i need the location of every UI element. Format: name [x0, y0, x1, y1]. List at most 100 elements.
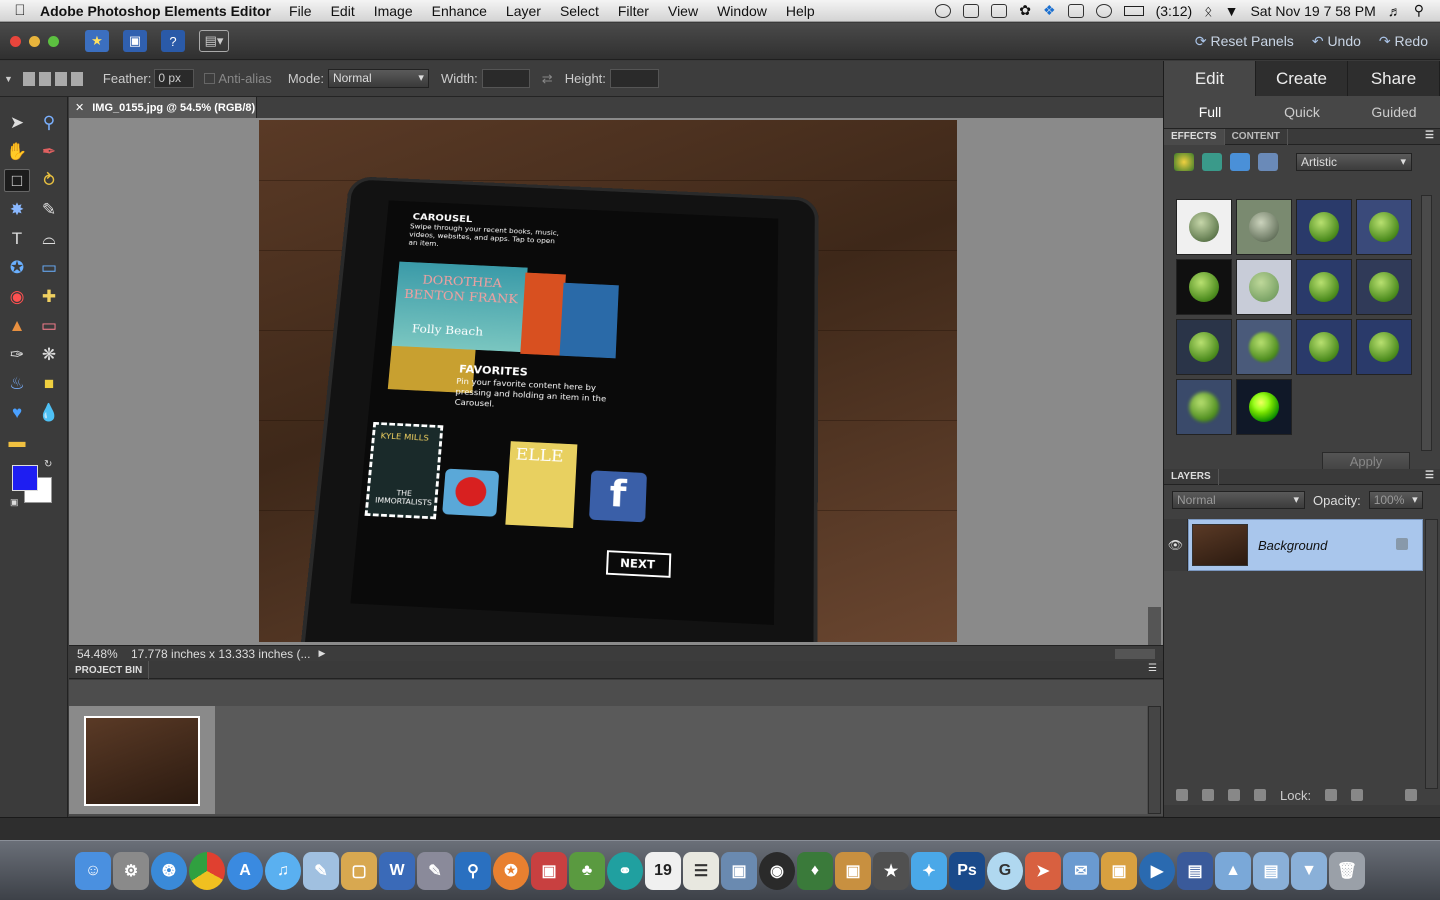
minimize-window-icon[interactable]: [29, 35, 40, 47]
layer-item[interactable]: Background: [1188, 519, 1423, 571]
crop-tool-icon[interactable]: ⌓: [36, 227, 62, 250]
olive-tree-icon[interactable]: ♣: [569, 851, 605, 890]
twitter-icon[interactable]: ✦: [911, 851, 947, 890]
itunes-icon[interactable]: ♫: [265, 851, 301, 890]
close-document-icon[interactable]: ✕: [75, 101, 84, 114]
eraser-tool-icon[interactable]: ▭: [36, 314, 62, 337]
default-colors-icon[interactable]: ▣: [10, 497, 19, 508]
feather-input[interactable]: 0 px: [154, 69, 195, 88]
project-bin-thumbnail[interactable]: [84, 716, 200, 806]
type-tool-icon[interactable]: T: [4, 227, 30, 250]
chrome-icon[interactable]: [189, 851, 225, 890]
link-layers-icon[interactable]: [1254, 789, 1266, 801]
menu-file[interactable]: File: [289, 3, 312, 19]
dictionary-search-icon[interactable]: ⚲: [455, 851, 491, 890]
workspace-layout-icon[interactable]: ▤▾: [199, 30, 229, 52]
zoom-level[interactable]: 54.48%: [69, 647, 125, 661]
project-bin-scrollbar[interactable]: [1148, 706, 1161, 814]
effect-thumbnail[interactable]: [1176, 199, 1232, 255]
textedit-icon[interactable]: ☰: [683, 851, 719, 890]
filters-icon[interactable]: [1174, 153, 1194, 171]
menu-enhance[interactable]: Enhance: [432, 3, 487, 19]
zoom-window-icon[interactable]: [48, 35, 59, 47]
tool-preset-arrow-icon[interactable]: ▼: [4, 74, 13, 84]
tab-create[interactable]: Create: [1256, 61, 1348, 96]
reset-panels-button[interactable]: ⟳ Reset Panels: [1195, 33, 1294, 50]
selection-mode-icons[interactable]: [22, 71, 87, 86]
effect-thumbnail[interactable]: [1176, 319, 1232, 375]
book-app-icon[interactable]: ▣: [531, 851, 567, 890]
calendar-icon[interactable]: 19: [645, 851, 681, 890]
effects-panel-menu-icon[interactable]: ☰: [1425, 130, 1434, 141]
layers-panel-title[interactable]: LAYERS: [1164, 468, 1219, 485]
layer-visibility-eye-icon[interactable]: 👁: [1164, 519, 1188, 571]
tab-quick[interactable]: Quick: [1256, 96, 1348, 128]
sponge-tool-icon[interactable]: ▬: [4, 430, 30, 453]
bluetooth-icon[interactable]: ᛟ: [1204, 3, 1212, 19]
menu-window[interactable]: Window: [717, 3, 767, 19]
effect-thumbnail[interactable]: [1176, 259, 1232, 315]
volume-icon[interactable]: ♬: [1388, 3, 1402, 19]
word-icon[interactable]: W: [379, 851, 415, 890]
anti-alias-checkbox[interactable]: [204, 73, 216, 84]
magic-wand-tool-icon[interactable]: ✸: [4, 198, 30, 221]
menu-edit[interactable]: Edit: [331, 3, 355, 19]
effect-thumbnail[interactable]: [1236, 379, 1292, 435]
app-store-icon[interactable]: A: [227, 851, 263, 890]
documents-folder-icon[interactable]: ▤: [1253, 851, 1289, 890]
effect-thumbnail[interactable]: [1296, 319, 1352, 375]
mail-icon[interactable]: ✉: [1063, 851, 1099, 890]
effect-thumbnail[interactable]: [1236, 259, 1292, 315]
tab-share[interactable]: Share: [1348, 61, 1440, 96]
tab-effects[interactable]: EFFECTS: [1164, 128, 1225, 145]
cookie-cutter-tool-icon[interactable]: ✪: [4, 256, 30, 279]
horizontal-scrollbar[interactable]: [1115, 648, 1155, 659]
presentation-icon[interactable]: ▣: [1101, 851, 1137, 890]
layers-panel-menu-icon[interactable]: ☰: [1425, 470, 1434, 481]
layer-mask-icon[interactable]: [1202, 789, 1214, 801]
document-tab[interactable]: ✕ IMG_0155.jpg @ 54.5% (RGB/8): [69, 97, 257, 118]
status-menu-arrow-icon[interactable]: ▶: [318, 648, 325, 659]
image-capture-icon[interactable]: ▣: [835, 851, 871, 890]
apply-button[interactable]: Apply: [1322, 452, 1410, 470]
effects-scrollbar[interactable]: [1421, 195, 1432, 451]
marquee-tool-icon[interactable]: □: [4, 169, 30, 192]
growl-icon[interactable]: ♦: [797, 851, 833, 890]
tab-full[interactable]: Full: [1164, 96, 1256, 128]
brush-tool-icon[interactable]: ✑: [4, 343, 30, 366]
project-bin-title[interactable]: PROJECT BIN: [69, 661, 150, 679]
close-window-icon[interactable]: [10, 35, 21, 47]
wifi-icon[interactable]: ▼: [1225, 3, 1239, 19]
safari-icon[interactable]: ❂: [151, 851, 187, 890]
firefox-icon[interactable]: ✪: [493, 851, 529, 890]
lock-all-icon[interactable]: [1351, 789, 1364, 801]
paw-icon[interactable]: ✿: [1019, 2, 1031, 19]
screen-capture-icon[interactable]: [991, 3, 1008, 18]
delete-layer-icon[interactable]: [1405, 789, 1418, 801]
zoom-tool-icon[interactable]: ⚲: [36, 111, 62, 134]
project-bin-menu-icon[interactable]: ☰: [1148, 663, 1157, 674]
redo-button[interactable]: ↷ Redo: [1379, 33, 1428, 50]
effect-thumbnail[interactable]: [1296, 199, 1352, 255]
tab-edit[interactable]: Edit: [1164, 61, 1256, 96]
mode-dropdown[interactable]: Normal: [327, 69, 429, 88]
adjustment-layer-icon[interactable]: [1228, 789, 1240, 801]
effect-thumbnail[interactable]: [1296, 259, 1352, 315]
photoshop-icon[interactable]: Ps: [949, 851, 985, 890]
effect-thumbnail[interactable]: [1176, 379, 1232, 435]
save-icon[interactable]: ▣: [123, 30, 147, 52]
blend-mode-dropdown[interactable]: Normal: [1172, 491, 1305, 509]
new-file-icon[interactable]: ★: [85, 30, 109, 52]
package-icon[interactable]: ▢: [341, 851, 377, 890]
canvas-vertical-scrollbar[interactable]: [1148, 607, 1161, 647]
google-talk-icon[interactable]: G: [987, 851, 1023, 890]
layer-styles-icon[interactable]: [1202, 153, 1222, 171]
blur-tool-icon[interactable]: 💧: [36, 401, 62, 424]
rocket-icon[interactable]: ➤: [1025, 851, 1061, 890]
layer-row-background[interactable]: 👁 Background: [1164, 519, 1423, 571]
finder-icon[interactable]: ☺: [75, 851, 111, 890]
healing-brush-tool-icon[interactable]: ✚: [36, 285, 62, 308]
width-input[interactable]: [481, 69, 530, 88]
menu-select[interactable]: Select: [560, 3, 599, 19]
clock[interactable]: Sat Nov 19 7 58 PM: [1250, 3, 1375, 19]
